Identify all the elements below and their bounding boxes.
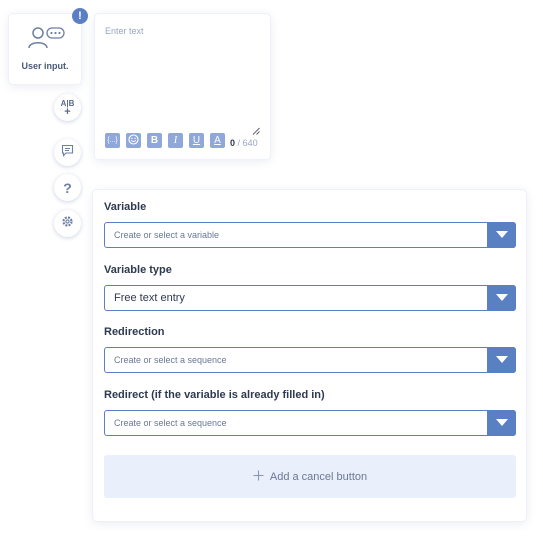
add-cancel-button[interactable]: Add a cancel button [104,455,516,498]
message-text-input[interactable] [105,26,263,134]
text-color-icon: A [214,135,221,146]
variable-type-label: Variable type [104,264,172,276]
emoji-button[interactable] [126,133,141,148]
bold-icon: B [150,135,159,146]
insert-variable-button[interactable]: {...} [105,133,120,148]
ab-test-button[interactable]: A|B + [54,94,81,121]
italic-icon: I [173,135,178,146]
chevron-down-icon[interactable] [487,410,516,436]
chevron-down-icon[interactable] [487,222,516,248]
character-counter: 0 / 640 [230,138,258,148]
italic-button[interactable]: I [168,133,183,148]
settings-icon [61,215,74,233]
block-title: User input. [21,61,69,71]
redirection-label: Redirection [104,326,165,338]
redirect-filled-select[interactable]: Create or select a sequence [104,410,516,436]
variable-type-value: Free text entry [114,292,185,304]
chevron-down-icon[interactable] [487,347,516,373]
ab-test-icon: A|B + [61,99,75,118]
ab-test-plus: + [64,105,71,118]
bold-button[interactable]: B [147,133,162,148]
variable-braces-icon: {...} [107,137,118,144]
help-button[interactable]: ? [54,174,81,201]
alert-badge[interactable]: ! [72,8,88,24]
character-separator: / [237,138,241,148]
format-toolbar: {...} B I U A [105,133,225,148]
variable-label: Variable [104,201,147,213]
chevron-down-icon[interactable] [487,285,516,311]
textarea-resize-handle[interactable] [252,122,260,135]
variable-select[interactable]: Create or select a variable [104,222,516,248]
variable-type-select[interactable]: Free text entry [104,285,516,311]
help-icon: ? [63,179,72,196]
redirect-filled-label: Redirect (if the variable is already fil… [104,389,325,401]
underline-icon: U [192,135,201,146]
character-max: 640 [242,138,258,148]
user-input-block[interactable]: User input. [9,14,81,84]
emoji-icon [128,133,139,148]
underline-button[interactable]: U [189,133,204,148]
add-cancel-button-label: Add a cancel button [269,470,368,483]
variable-select-placeholder: Create or select a variable [114,230,220,240]
user-input-icon [27,26,67,50]
character-count: 0 [230,138,236,148]
redirection-select[interactable]: Create or select a sequence [104,347,516,373]
plus-icon [253,470,264,484]
redirection-select-placeholder: Create or select a sequence [114,355,227,365]
comment-icon [61,144,74,162]
text-editor-card: {...} B I U A 0 / 640 [95,14,270,159]
input-settings-form: Variable Create or select a variable Var… [93,190,526,521]
text-color-button[interactable]: A [210,133,225,148]
redirect-filled-select-placeholder: Create or select a sequence [114,418,227,428]
settings-button[interactable] [54,210,81,237]
comment-button[interactable] [54,139,81,166]
